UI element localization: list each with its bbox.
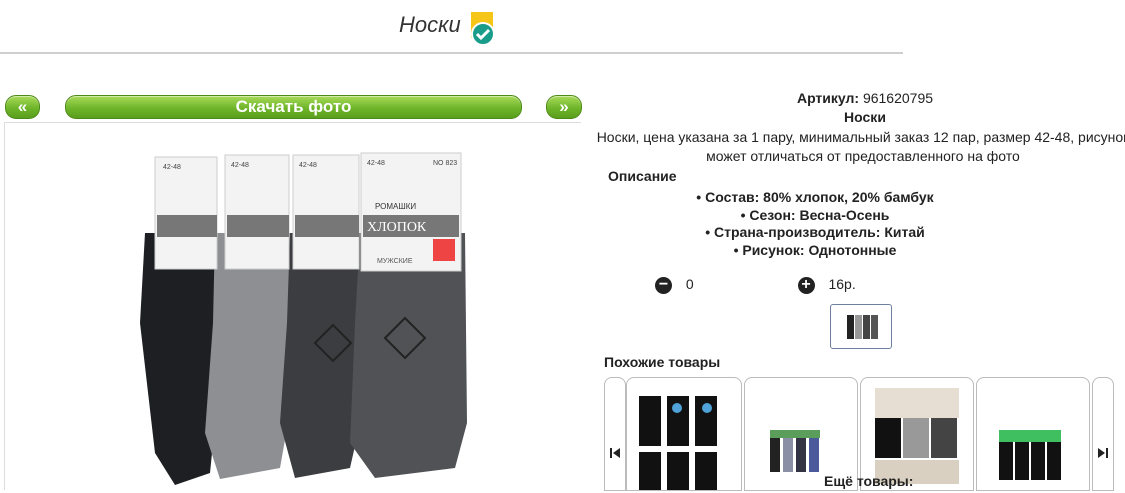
prev-photo-button[interactable]: « xyxy=(5,95,40,119)
sock-type-label: МУЖСКИЕ xyxy=(377,258,413,265)
similar-heading: Похожие товары xyxy=(604,354,721,370)
minus-icon[interactable]: − xyxy=(655,276,672,294)
quantity-value: 0 xyxy=(685,276,694,292)
quantity-row: − 0 + 16р. xyxy=(655,276,856,294)
article-label: Артикул: xyxy=(796,90,860,106)
skip-left-icon xyxy=(610,448,620,458)
properties-list: • Состав: 80% хлопок, 20% бамбук • Сезон… xyxy=(585,189,1045,259)
socks-image: 42-48 42-48 42-48 42-48 NO 823 РОМАШКИ Х… xyxy=(5,123,581,490)
price-value: 16р. xyxy=(828,276,856,292)
product-name: Носки xyxy=(844,109,886,125)
photo-thumbnail[interactable] xyxy=(830,304,892,349)
carousel-next-button[interactable] xyxy=(1092,377,1114,491)
description-heading: Описание xyxy=(608,168,677,184)
sock-size-label-3: 42-48 xyxy=(299,162,317,169)
sock-code-label: NO 823 xyxy=(433,160,457,167)
property-item: • Рисунок: Однотонные xyxy=(733,241,897,258)
skip-right-icon xyxy=(1098,448,1108,458)
plus-icon[interactable]: + xyxy=(797,276,815,294)
property-item: • Страна-производитель: Китай xyxy=(705,224,925,240)
sock-material-label: ХЛОПОК xyxy=(367,220,427,235)
product-photo: 42-48 42-48 42-48 42-48 NO 823 РОМАШКИ Х… xyxy=(4,122,581,490)
more-products-label: Ещё товары: xyxy=(824,473,914,489)
sock-brand-label: РОМАШКИ xyxy=(375,202,416,211)
property-item: • Сезон: Весна-Осень xyxy=(740,206,890,223)
similar-item[interactable] xyxy=(976,377,1090,491)
verified-badge-icon xyxy=(471,12,495,46)
similar-item[interactable] xyxy=(626,377,742,491)
property-item: • Состав: 80% хлопок, 20% бамбук xyxy=(696,189,934,205)
download-photo-button[interactable]: Скачать фото xyxy=(65,95,522,119)
sock-size-label-4: 42-48 xyxy=(367,160,385,167)
sock-size-label-1: 42-48 xyxy=(163,164,181,171)
article-line: Артикул: 961620795 xyxy=(585,90,1125,106)
page-title: Носки xyxy=(399,12,461,37)
title-bar: Носки xyxy=(0,0,903,54)
next-photo-button[interactable]: » xyxy=(546,95,582,119)
carousel-prev-button[interactable] xyxy=(604,377,626,491)
sock-size-label-2: 42-48 xyxy=(231,162,249,169)
product-description: Носки, цена указана за 1 пару, минимальн… xyxy=(596,129,1125,164)
article-value: 961620795 xyxy=(859,90,934,106)
